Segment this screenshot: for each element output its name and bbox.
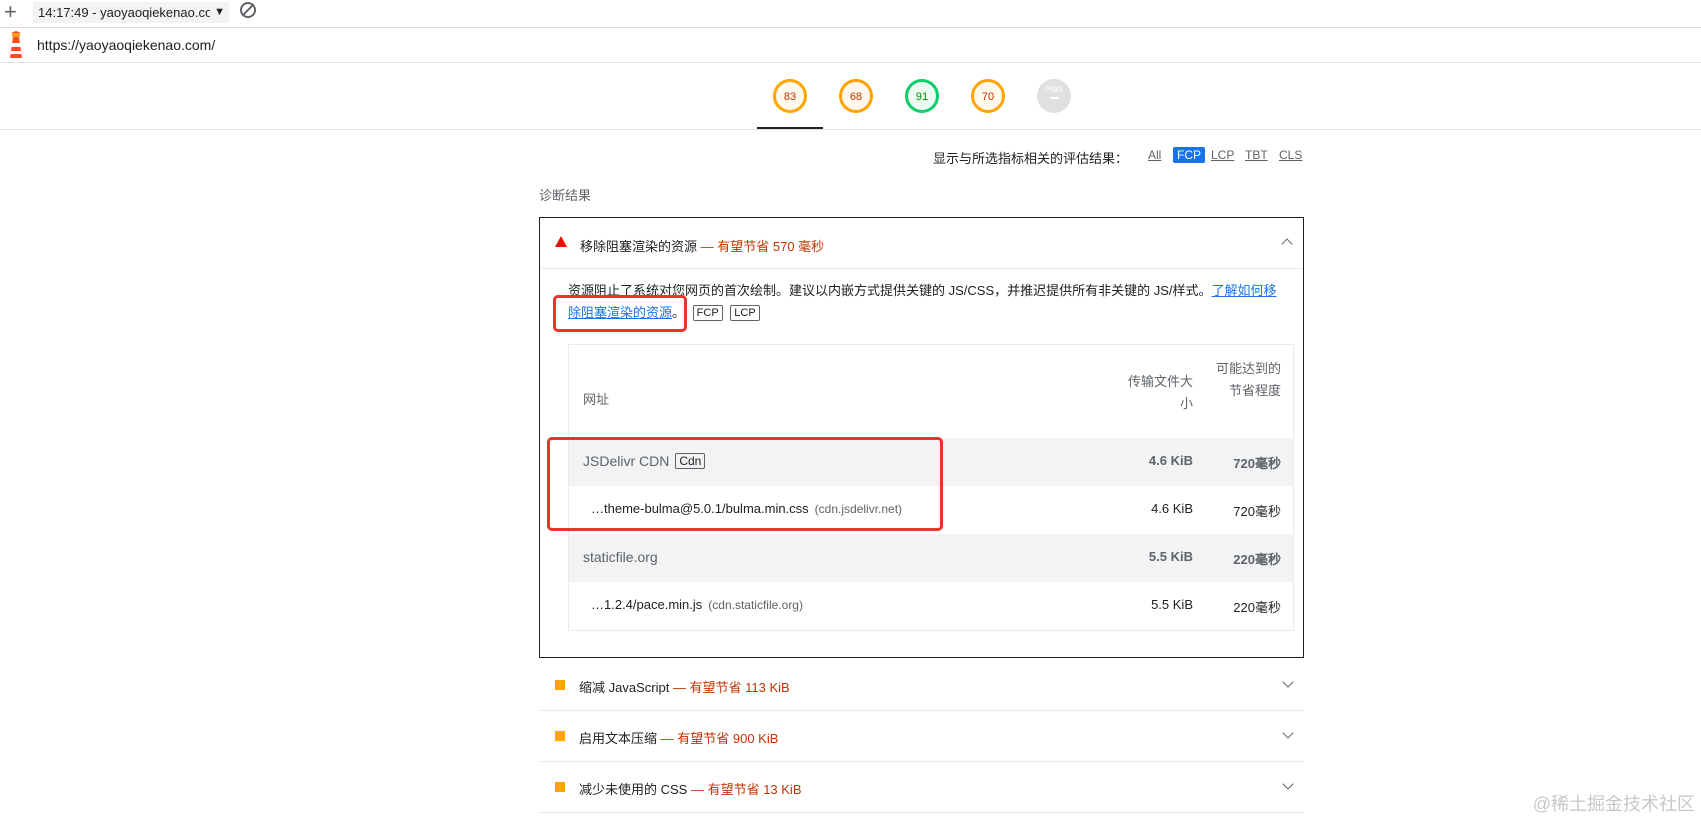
chevron-down-icon[interactable]: [1282, 676, 1294, 688]
chevron-up-icon[interactable]: [1281, 238, 1293, 250]
watermark: @稀土掘金技术社区: [1532, 794, 1695, 814]
row-size: 4.6 KiB: [1148, 453, 1193, 468]
lcp-chip: LCP: [730, 305, 760, 321]
report-select-label: 14:17:49 - yaoyaoqiekenao.con: [38, 5, 210, 20]
row-host: (cdn.staticfile.org): [708, 598, 803, 612]
metric-filter-label: 显示与所选指标相关的评估结果：: [933, 151, 1129, 166]
table-row: …1.2.4/pace.min.js (cdn.staticfile.org) 5…: [569, 582, 1293, 630]
section-title: 诊断结果: [539, 188, 592, 203]
pwa-label: PWA: [1045, 85, 1063, 94]
report-select[interactable]: 14:17:49 - yaoyaoqiekenao.con ▼: [33, 2, 229, 23]
row-savings: 220毫秒: [1233, 600, 1281, 615]
gauge-score: 68: [849, 91, 863, 103]
lighthouse-logo-icon: [10, 31, 22, 58]
row-name: staticfile.org: [583, 549, 658, 565]
pwa-gauge[interactable]: PWA: [1037, 79, 1071, 113]
audit-savings: — 有望节省 13 KiB: [690, 782, 802, 797]
filter-lcp[interactable]: LCP: [1211, 148, 1234, 162]
audit-title-text: 缩减 JavaScript: [579, 680, 670, 695]
fail-triangle-icon: [555, 236, 567, 247]
average-square-icon: [555, 680, 565, 690]
metric-filter: 显示与所选指标相关的评估结果： All FCP LCP TBT CLS: [933, 147, 1302, 167]
audit-title: 减少未使用的 CSS — 有望节省 13 KiB: [579, 779, 802, 798]
score-gauges: 83 68 91 70 PWA: [0, 63, 1701, 130]
clear-icon[interactable]: [240, 2, 256, 18]
chevron-down-icon[interactable]: [1282, 727, 1294, 739]
audit-text-compression[interactable]: 启用文本压缩 — 有望节省 900 KiB: [539, 711, 1304, 762]
col-size-header: 传输文件大小: [1127, 374, 1193, 411]
col-url-header: 网址: [583, 392, 610, 407]
audit-title-text: 移除阻塞渲染的资源: [580, 239, 698, 254]
gauge-score: 83: [783, 91, 797, 103]
tab-bar: + 14:17:49 - yaoyaoqiekenao.con ▼: [0, 0, 1701, 28]
best-practices-gauge[interactable]: 91: [905, 79, 939, 113]
row-url: …1.2.4/pace.min.js: [591, 597, 703, 612]
audit-title: 移除阻塞渲染的资源 — 有望节省 570 毫秒: [580, 236, 824, 255]
active-gauge-indicator: [757, 127, 823, 129]
row-savings: 720毫秒: [1233, 504, 1281, 519]
row-size: 4.6 KiB: [1151, 501, 1193, 516]
audit-unused-css[interactable]: 减少未使用的 CSS — 有望节省 13 KiB: [539, 762, 1304, 813]
average-square-icon: [555, 782, 565, 792]
audit-minify-js[interactable]: 缩减 JavaScript — 有望节省 113 KiB: [539, 660, 1304, 711]
row-name[interactable]: …1.2.4/pace.min.js (cdn.staticfile.org): [591, 597, 803, 612]
audit-savings: — 有望节省 570 毫秒: [700, 239, 825, 254]
filter-tbt[interactable]: TBT: [1245, 148, 1268, 162]
audit-title-text: 减少未使用的 CSS: [579, 782, 688, 797]
audit-title: 启用文本压缩 — 有望节省 900 KiB: [579, 728, 778, 747]
accessibility-gauge[interactable]: 68: [839, 79, 873, 113]
row-size: 5.5 KiB: [1148, 549, 1193, 564]
highlight-box-cdn: [547, 437, 943, 531]
audit-savings: — 有望节省 900 KiB: [660, 731, 779, 746]
gauge-score: 70: [981, 91, 995, 103]
caret-down-icon[interactable]: ▼: [214, 2, 225, 23]
col-savings-header: 可能达到的节省程度: [1215, 361, 1281, 398]
fcp-chip: FCP: [692, 305, 723, 321]
audit-title-text: 启用文本压缩: [579, 731, 658, 746]
url-bar: https://yaoyaoqiekenao.com/: [0, 28, 1701, 63]
row-savings: 220毫秒: [1233, 552, 1281, 567]
average-square-icon: [555, 731, 565, 741]
audit-title: 缩减 JavaScript — 有望节省 113 KiB: [579, 677, 790, 696]
highlight-box-link: [553, 295, 687, 332]
audit-savings: — 有望节省 113 KiB: [672, 680, 790, 695]
chevron-down-icon[interactable]: [1282, 778, 1294, 790]
filter-cls[interactable]: CLS: [1279, 148, 1302, 162]
filter-all[interactable]: All: [1148, 148, 1161, 162]
gauge-score: 91: [915, 91, 929, 103]
audit-header[interactable]: 移除阻塞渲染的资源 — 有望节省 570 毫秒: [540, 218, 1303, 269]
seo-gauge[interactable]: 70: [971, 79, 1005, 113]
plus-icon[interactable]: +: [4, 0, 17, 24]
row-savings: 720毫秒: [1233, 456, 1281, 471]
pwa-dash-icon: [1050, 97, 1059, 99]
filter-fcp[interactable]: FCP: [1173, 147, 1205, 163]
row-size: 5.5 KiB: [1151, 597, 1193, 612]
table-row-group: staticfile.org 5.5 KiB 220毫秒: [569, 534, 1293, 582]
page-url: https://yaoyaoqiekenao.com/: [37, 37, 216, 53]
performance-gauge[interactable]: 83: [773, 79, 807, 113]
